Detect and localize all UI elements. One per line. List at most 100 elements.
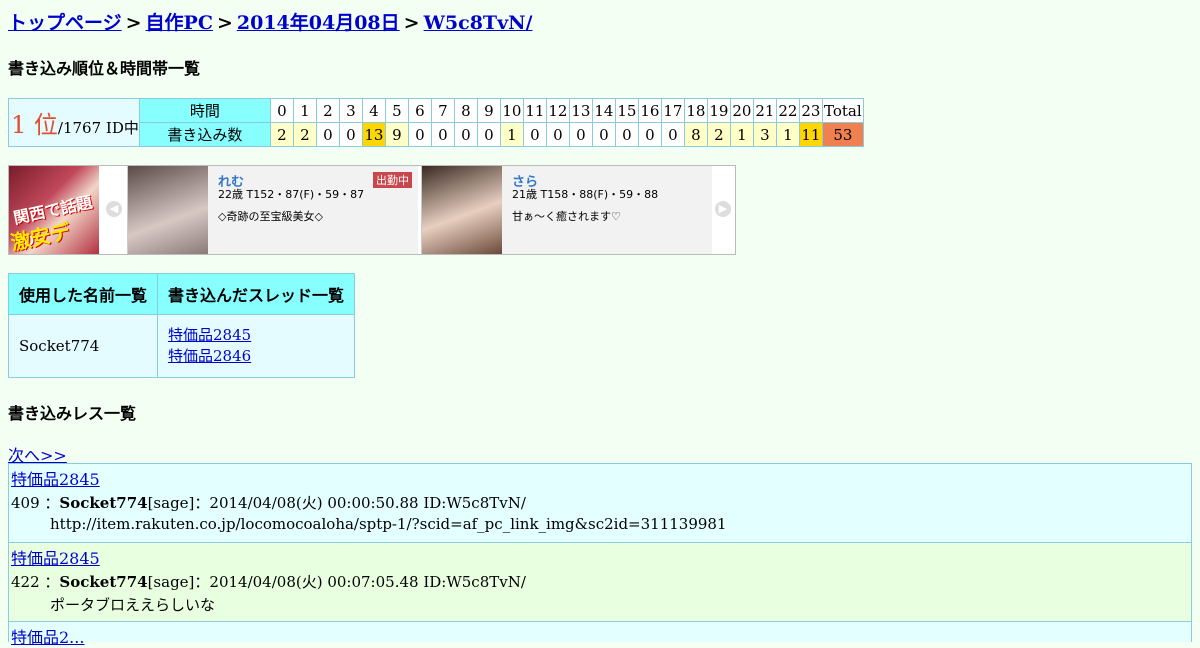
count-cell: 2 bbox=[269, 122, 294, 147]
post: 特価品2845 422 ：Socket774[sage]：2014/04/08(… bbox=[8, 542, 1192, 622]
ad-card-photo bbox=[422, 166, 502, 254]
post-body: ポータブロええらしいな bbox=[50, 596, 216, 614]
hour-cell: 22 bbox=[775, 98, 800, 123]
col-names-header: 使用した名前一覧 bbox=[7, 273, 159, 315]
hour-cell: 9 bbox=[476, 98, 501, 123]
breadcrumb-board-link[interactable]: 自作PC bbox=[146, 12, 213, 34]
hour-cell: 21 bbox=[752, 98, 777, 123]
names-table: 使用した名前一覧 書き込んだスレッド一覧 Socket774 特価品2845 特… bbox=[7, 273, 356, 378]
post-number: 409 bbox=[11, 494, 40, 512]
ad-card-stats: 21歳 T158・88(F)・59・88 bbox=[512, 188, 659, 201]
count-cell: 2 bbox=[706, 122, 731, 147]
hour-cell: 23 bbox=[798, 98, 823, 123]
total-label: Total bbox=[821, 98, 864, 123]
breadcrumb-date-link[interactable]: 2014年04月08日 bbox=[237, 12, 400, 34]
count-cell: 0 bbox=[430, 122, 455, 147]
hour-cell: 10 bbox=[499, 98, 524, 123]
count-cell: 2 bbox=[292, 122, 317, 147]
ad-card[interactable]: さら 21歳 T158・88(F)・59・88 甘ぁ～く癒されます♡ bbox=[421, 166, 712, 254]
count-cell: 0 bbox=[315, 122, 340, 147]
threads-cell: 特価品2845 特価品2846 bbox=[157, 314, 356, 378]
count-cell: 0 bbox=[453, 122, 478, 147]
post-thread-link[interactable]: 特価品2845 bbox=[11, 466, 1191, 490]
post: 特価品2845 409 ：Socket774[sage]：2014/04/08(… bbox=[8, 463, 1192, 543]
breadcrumb-separator: > bbox=[403, 12, 420, 34]
count-cell: 0 bbox=[614, 122, 639, 147]
hour-cell: 7 bbox=[430, 98, 455, 123]
ad-card-stats: 22歳 T152・87(F)・59・87 bbox=[218, 188, 365, 201]
count-cell: 0 bbox=[476, 122, 501, 147]
count-cell: 0 bbox=[637, 122, 662, 147]
hour-cell: 4 bbox=[361, 98, 386, 123]
count-cell: 0 bbox=[660, 122, 685, 147]
hour-cell: 6 bbox=[407, 98, 432, 123]
breadcrumb: トップページ > 自作PC >2014年04月08日 > W5c8TvN/ bbox=[8, 8, 532, 35]
breadcrumb-id-link[interactable]: W5c8TvN/ bbox=[424, 12, 533, 34]
count-cell: 0 bbox=[338, 122, 363, 147]
post-header: 422 ：Socket774[sage]：2014/04/08(火) 00:07… bbox=[11, 573, 526, 591]
on-duty-badge: 出勤中 bbox=[373, 172, 412, 188]
count-cell: 0 bbox=[545, 122, 570, 147]
hour-cell: 17 bbox=[660, 98, 685, 123]
ad-card-desc: 甘ぁ～く癒されます♡ bbox=[512, 210, 621, 223]
count-cell: 0 bbox=[407, 122, 432, 147]
post-author: Socket774 bbox=[59, 573, 148, 591]
count-cell: 0 bbox=[568, 122, 593, 147]
total-count: 53 bbox=[821, 122, 864, 147]
breadcrumb-top-link[interactable]: トップページ bbox=[8, 12, 122, 34]
count-cell: 1 bbox=[729, 122, 754, 147]
count-cell: 8 bbox=[683, 122, 708, 147]
count-label: 書き込み数 bbox=[138, 122, 271, 147]
thread-link[interactable]: 特価品2845 bbox=[168, 325, 344, 346]
col-threads-header: 書き込んだスレッド一覧 bbox=[157, 273, 356, 315]
ad-card-desc: ◇奇跡の至宝級美女◇ bbox=[218, 210, 323, 223]
res-section-title: 書き込みレス一覧 bbox=[8, 404, 137, 423]
hour-cell: 8 bbox=[453, 98, 478, 123]
post-header: 409 ：Socket774[sage]：2014/04/08(火) 00:00… bbox=[11, 494, 526, 512]
count-cell: 3 bbox=[752, 122, 777, 147]
hour-cell: 5 bbox=[384, 98, 409, 123]
ad-card-photo bbox=[128, 166, 208, 254]
breadcrumb-separator: > bbox=[125, 12, 142, 34]
post-author: Socket774 bbox=[59, 494, 148, 512]
hour-cell: 11 bbox=[522, 98, 547, 123]
hour-cell: 20 bbox=[729, 98, 754, 123]
chevron-right-icon[interactable]: ▶ bbox=[715, 201, 731, 217]
post-thread-link[interactable]: 特価品2... bbox=[11, 624, 1191, 648]
rank-cell: 1 位/1767 ID中 bbox=[8, 98, 140, 147]
post-thread-link[interactable]: 特価品2845 bbox=[11, 545, 1191, 569]
chevron-left-icon[interactable]: ◀ bbox=[106, 201, 122, 217]
post-body: http://item.rakuten.co.jp/locomocoaloha/… bbox=[50, 515, 727, 533]
hour-cell: 12 bbox=[545, 98, 570, 123]
rank-section-title: 書き込み順位＆時間帯一覧 bbox=[8, 59, 201, 78]
hour-cell: 1 bbox=[292, 98, 317, 123]
count-cell: 13 bbox=[361, 122, 386, 147]
ad-card[interactable]: れむ 出勤中 22歳 T152・87(F)・59・87 ◇奇跡の至宝級美女◇ bbox=[127, 166, 418, 254]
post-meta: [sage]：2014/04/08(火) 00:07:05.48 ID:W5c8… bbox=[147, 573, 526, 591]
post-meta: [sage]：2014/04/08(火) 00:00:50.88 ID:W5c8… bbox=[147, 494, 526, 512]
post-number: 422 bbox=[11, 573, 40, 591]
hour-cell: 13 bbox=[568, 98, 593, 123]
count-cell: 0 bbox=[591, 122, 616, 147]
count-cell: 9 bbox=[384, 122, 409, 147]
count-cell: 1 bbox=[499, 122, 524, 147]
hour-cell: 3 bbox=[338, 98, 363, 123]
count-cell: 1 bbox=[775, 122, 800, 147]
ad-banner-image[interactable]: 関西で話題の 激安デリ!! bbox=[9, 166, 99, 254]
hour-cell: 14 bbox=[591, 98, 616, 123]
post: 特価品2... bbox=[8, 621, 1192, 647]
used-name: Socket774 bbox=[7, 314, 159, 378]
rank-number: 1 位 bbox=[11, 111, 58, 139]
thread-link[interactable]: 特価品2846 bbox=[168, 346, 344, 367]
hour-cell: 16 bbox=[637, 98, 662, 123]
hour-cell: 15 bbox=[614, 98, 639, 123]
hour-cell: 19 bbox=[706, 98, 731, 123]
rank-of-total: /1767 ID中 bbox=[57, 119, 139, 137]
breadcrumb-separator: > bbox=[216, 12, 233, 34]
count-cell: 11 bbox=[798, 122, 823, 147]
count-cell: 0 bbox=[522, 122, 547, 147]
rank-table: 1 位/1767 ID中 時間 0 1 2 3 4 5 6 7 8 9 10 1… bbox=[8, 98, 864, 147]
time-label: 時間 bbox=[138, 98, 271, 123]
ad-banner[interactable]: 関西で話題の 激安デリ!! ◀ れむ 出勤中 22歳 T152・87(F)・59… bbox=[8, 165, 736, 255]
hour-cell: 2 bbox=[315, 98, 340, 123]
